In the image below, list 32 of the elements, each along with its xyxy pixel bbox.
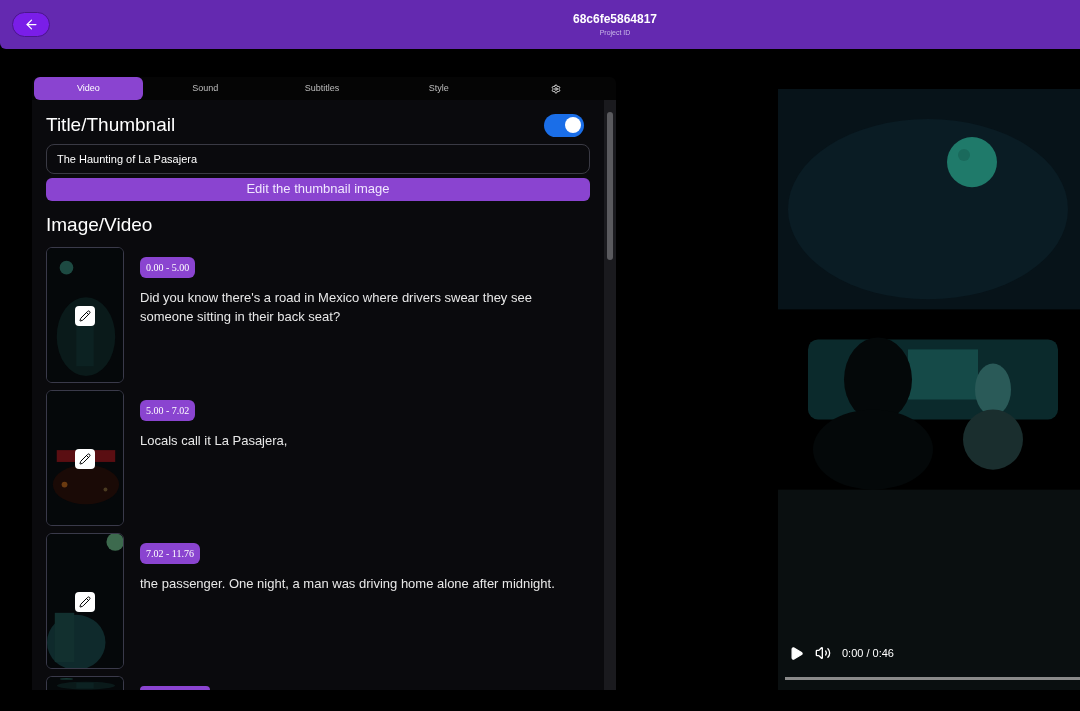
pencil-icon <box>79 453 91 465</box>
edit-image-button[interactable] <box>75 592 95 612</box>
project-id: 68c6fe5864817 <box>572 11 658 29</box>
toggle-switch[interactable] <box>544 113 584 137</box>
section-heading: Title/Thumbnail <box>46 112 176 137</box>
title-input[interactable]: The Haunting of La Pasajera <box>46 144 590 174</box>
tab[interactable]: Style <box>384 77 494 100</box>
pencil-icon <box>79 310 91 322</box>
scene-text: Did you know there's a road in Mexico where drivers swear they see someone sitting in their back seat? <box>140 289 533 326</box>
time-range-badge: 0.00 - 5.00 <box>140 257 196 278</box>
play-icon <box>788 645 804 661</box>
time-range-badge: 7.02 - 11.76 <box>140 543 200 564</box>
back-arrow-icon <box>23 17 39 32</box>
edit-thumbnail-button[interactable]: Edit the thumbnail image <box>46 177 590 201</box>
settings-icon <box>550 83 561 94</box>
tab[interactable]: Subtitles <box>267 77 377 100</box>
volume-icon <box>815 645 831 661</box>
scrollbar[interactable] <box>604 100 616 690</box>
scene-text: the passenger. One night, a man was driving home alone after midnight. <box>140 575 555 593</box>
time-range-badge: 5.00 - 7.02 <box>140 400 196 421</box>
tab[interactable]: Sound <box>150 77 260 100</box>
volume-button[interactable] <box>814 644 832 662</box>
playback-time: 0:00 / 0:46 <box>842 645 894 661</box>
time-range-badge <box>140 686 210 690</box>
scene-text: Locals call it La Pasajera, <box>140 432 288 450</box>
play-button[interactable] <box>788 645 804 661</box>
back-button[interactable] <box>12 12 50 37</box>
edit-image-button[interactable] <box>75 449 95 469</box>
edit-image-button[interactable] <box>75 306 95 326</box>
pencil-icon <box>79 596 91 608</box>
tab[interactable]: Video <box>34 77 143 100</box>
section-heading: Image/Video <box>46 212 154 237</box>
